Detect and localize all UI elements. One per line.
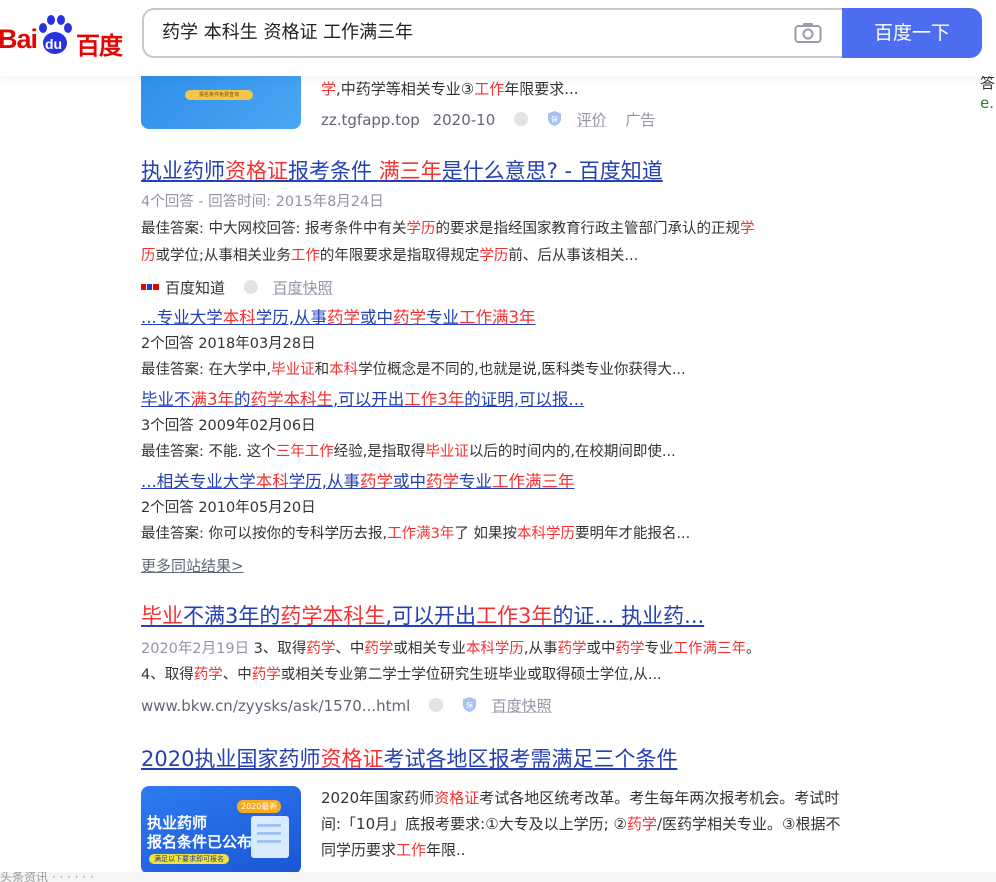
result1-meta: 4个回答 - 回答时间: 2015年8月24日 [141, 194, 384, 210]
search-header: Bai du 百度 药学 本科生 资格证 工作满三年 百度一下 [0, 0, 996, 76]
shield-icon: 保 [462, 697, 476, 712]
camera-icon[interactable] [794, 22, 822, 44]
baidu-zhidao-icon [141, 283, 159, 290]
search-input[interactable]: 药学 本科生 资格证 工作满三年 [162, 10, 762, 56]
thumb-tag: 2020最新 [237, 800, 282, 813]
result1-answer-line1: 最佳答案: 中大网校回答: 报考条件中有关学历的要求是指经国家教育行政主管部门承… [141, 221, 755, 237]
thumb-title: 执业药师 报名条件已公布 [147, 814, 253, 851]
thumb-bar: 满足以下要求即可报名 [149, 854, 229, 864]
result-title-2[interactable]: 毕业不满3年的药学本科生,可以开出工作3年的证... 执业药... [141, 602, 704, 630]
ad-date: 2020-10 [432, 111, 496, 129]
sub-result-meta-3: 2个回答 2010年05月20日 [141, 500, 316, 516]
result3-description: 2020年国家药师资格证考试各地区统考改革。考生每年两次报考机会。考试时间:「1… [321, 789, 841, 859]
shield-icon: 保 [547, 111, 561, 126]
sub-result-link-1[interactable]: ...专业大学本科学历,从事药学或中药学专业工作满3年 [141, 306, 536, 330]
dropdown-icon[interactable] [514, 111, 529, 126]
result3-thumbnail[interactable]: 2020最新 执业药师 报名条件已公布 满足以下要求即可报名 [141, 786, 301, 874]
ad-meta: zz.tgfapp.top 2020-10 保 评价 广告 [321, 109, 655, 130]
right-column-link[interactable]: e. [980, 94, 994, 112]
result2-line2: 4、取得药学、中药学或相关专业第二学士学位研究生班毕业或取得硕士学位,从... [141, 667, 662, 683]
ad-label: 广告 [625, 111, 656, 129]
sub-result-answer-1: 最佳答案: 在大学中,毕业证和本科学位概念是不同的,也就是说,医科类专业你获得大… [141, 362, 686, 378]
result1-answer-line2: 历或学位;从事相关业务工作的年限要求是指取得规定学历前、后从事该相关... [141, 248, 639, 264]
sub-result-link-2[interactable]: 毕业不满3年的药学本科生,可以开出工作3年的证明,可以报... [141, 388, 584, 412]
snapshot-link[interactable]: 百度快照 [492, 697, 552, 715]
ad-domain[interactable]: zz.tgfapp.top [321, 111, 420, 129]
sub-result-link-3[interactable]: ...相关专业大学本科学历,从事药学或中药学专业工作满三年 [141, 470, 575, 494]
dropdown-icon[interactable] [429, 697, 444, 712]
search-box[interactable]: 药学 本科生 资格证 工作满三年 [142, 8, 842, 58]
result2-line1: 2020年2月19日 3、取得药学、中药学或相关专业本科学历,从事药学或中药学专… [141, 641, 761, 657]
sub-result-meta-1: 2个回答 2018年03月28日 [141, 336, 316, 352]
ad-rate-link[interactable]: 评价 [577, 111, 607, 129]
baidu-logo[interactable]: Bai du 百度 [0, 14, 130, 60]
sub-result-answer-3: 最佳答案: 你可以按你的专科学历去报,工作满3年了 如果按本科学历要明年才能报名… [141, 526, 691, 542]
source-name[interactable]: 百度知道 [165, 279, 225, 297]
logo-text-bai: Bai [0, 24, 38, 54]
result1-source: 百度知道 百度快照 [141, 277, 347, 299]
dropdown-icon[interactable] [243, 279, 258, 294]
ad-thumb-label: 报名条件免费查询 [185, 90, 253, 100]
svg-text:保: 保 [551, 115, 558, 124]
sub-result-answer-2: 最佳答案: 不能. 这个三年工作经验,是指取得毕业证以后的时间内的,在校期间即使… [141, 444, 676, 460]
bottom-news-bar[interactable]: 头条资讯 · · · · · · [0, 872, 996, 882]
logo-text-du: du [45, 36, 63, 52]
result-title-3[interactable]: 2020执业国家药师资格证考试各地区报考需满足三个条件 [141, 745, 677, 773]
ad-description: 学,中药学等相关专业③工作年限要求... [321, 80, 579, 98]
sub-result-meta-2: 3个回答 2009年02月06日 [141, 418, 316, 434]
ad-result: 报名条件免费查询 学,中药学等相关专业③工作年限要求... zz.tgfapp.… [141, 56, 841, 146]
logo-text-cn: 百度 [76, 32, 123, 60]
result-title-1[interactable]: 执业药师资格证报考条件 满三年是什么意思? - 百度知道 [141, 157, 663, 185]
more-site-results-link[interactable]: 更多同站结果> [141, 555, 244, 577]
snapshot-link[interactable]: 百度快照 [273, 279, 333, 297]
svg-text:保: 保 [466, 701, 473, 710]
board-illustration [251, 816, 289, 858]
result2-url[interactable]: www.bkw.cn/zyysks/ask/1570...html [141, 697, 410, 715]
result2-source: www.bkw.cn/zyysks/ask/1570...html 保 百度快照 [141, 695, 566, 717]
search-button[interactable]: 百度一下 [842, 8, 982, 58]
